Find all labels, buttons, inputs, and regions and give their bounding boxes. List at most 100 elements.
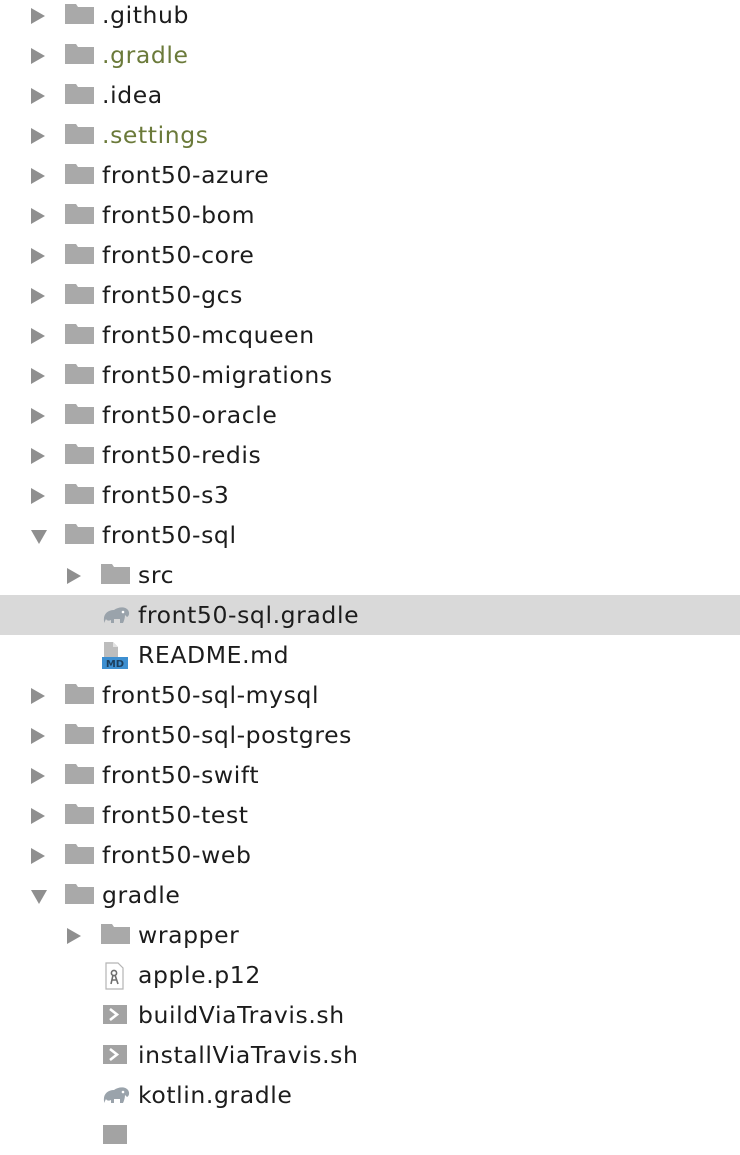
folder-icon: [65, 242, 95, 268]
expand-arrow-icon[interactable]: [67, 928, 81, 944]
tree-item-label: gradle: [102, 881, 181, 909]
collapse-arrow-icon[interactable]: [31, 890, 47, 904]
folder-icon: [65, 802, 95, 828]
tree-item-label: front50-s3: [102, 481, 230, 509]
tree-row[interactable]: front50-sql-postgres: [0, 715, 740, 755]
tree-item-label: apple.p12: [138, 961, 261, 989]
tree-row[interactable]: front50-core: [0, 235, 740, 275]
tree-row-selected[interactable]: front50-sql.gradle: [0, 595, 740, 635]
expand-arrow-icon[interactable]: [31, 368, 45, 384]
tree-item-label: buildViaTravis.sh: [138, 1001, 345, 1029]
tree-row[interactable]: front50-azure: [0, 155, 740, 195]
tree-row[interactable]: front50-redis: [0, 435, 740, 475]
tree-row[interactable]: front50-oracle: [0, 395, 740, 435]
tree-item-label: front50-migrations: [102, 361, 333, 389]
folder-icon: [65, 282, 95, 308]
gradle-elephant-icon: [101, 602, 131, 628]
tree-row-partial[interactable]: [0, 1115, 740, 1155]
tree-item-label: front50-sql.gradle: [138, 601, 360, 629]
tree-item-label: .gradle: [102, 41, 189, 69]
tree-row[interactable]: front50-mcqueen: [0, 315, 740, 355]
tree-item-label: front50-azure: [102, 161, 270, 189]
expand-arrow-icon[interactable]: [31, 808, 45, 824]
tree-item-label: front50-redis: [102, 441, 262, 469]
tree-item-label: .settings: [102, 121, 209, 149]
tree-row[interactable]: front50-sql: [0, 515, 740, 555]
folder-icon: [65, 882, 95, 908]
expand-arrow-icon[interactable]: [67, 568, 81, 584]
expand-arrow-icon[interactable]: [31, 688, 45, 704]
tree-row[interactable]: front50-migrations: [0, 355, 740, 395]
folder-icon: [101, 922, 131, 948]
project-tree: .github .gradle .idea .settings front50-…: [0, 0, 740, 1155]
tree-row[interactable]: src: [0, 555, 740, 595]
expand-arrow-icon[interactable]: [31, 128, 45, 144]
tree-row[interactable]: gradle: [0, 875, 740, 915]
tree-item-label: .idea: [102, 81, 163, 109]
expand-arrow-icon[interactable]: [31, 168, 45, 184]
tree-item-label: wrapper: [138, 921, 240, 949]
tree-item-label: front50-oracle: [102, 401, 278, 429]
expand-arrow-icon[interactable]: [31, 248, 45, 264]
collapse-arrow-icon[interactable]: [31, 530, 47, 544]
tree-row[interactable]: .github: [0, 0, 740, 35]
tree-item-label: src: [138, 561, 175, 589]
tree-item-label: installViaTravis.sh: [138, 1041, 359, 1069]
expand-arrow-icon[interactable]: [31, 448, 45, 464]
tree-row[interactable]: front50-sql-mysql: [0, 675, 740, 715]
expand-arrow-icon[interactable]: [31, 768, 45, 784]
tree-item-label: front50-sql-postgres: [102, 721, 352, 749]
folder-icon: [65, 122, 95, 148]
folder-icon: [101, 562, 131, 588]
tree-row[interactable]: .idea: [0, 75, 740, 115]
expand-arrow-icon[interactable]: [31, 728, 45, 744]
tree-row[interactable]: kotlin.gradle: [0, 1075, 740, 1115]
expand-arrow-icon[interactable]: [31, 288, 45, 304]
expand-arrow-icon[interactable]: [31, 848, 45, 864]
tree-row[interactable]: front50-s3: [0, 475, 740, 515]
tree-row[interactable]: apple.p12: [0, 955, 740, 995]
tree-row[interactable]: front50-swift: [0, 755, 740, 795]
expand-arrow-icon[interactable]: [31, 208, 45, 224]
folder-icon: [65, 362, 95, 388]
folder-icon: [65, 762, 95, 788]
tree-row[interactable]: front50-gcs: [0, 275, 740, 315]
svg-text:MD: MD: [106, 659, 124, 670]
expand-arrow-icon[interactable]: [31, 88, 45, 104]
folder-icon: [65, 442, 95, 468]
expand-arrow-icon[interactable]: [31, 488, 45, 504]
expand-arrow-icon[interactable]: [31, 8, 45, 24]
tree-row[interactable]: wrapper: [0, 915, 740, 955]
folder-icon: [65, 402, 95, 428]
tree-item-label: front50-web: [102, 841, 252, 869]
tree-item-label: front50-test: [102, 801, 249, 829]
folder-icon: [65, 522, 95, 548]
folder-icon: [65, 42, 95, 68]
tree-row[interactable]: .settings: [0, 115, 740, 155]
folder-icon: [65, 82, 95, 108]
tree-row[interactable]: installViaTravis.sh: [0, 1035, 740, 1075]
tree-row[interactable]: buildViaTravis.sh: [0, 995, 740, 1035]
markdown-file-icon: MD: [101, 642, 131, 670]
expand-arrow-icon[interactable]: [31, 328, 45, 344]
expand-arrow-icon[interactable]: [31, 48, 45, 64]
tree-row[interactable]: front50-test: [0, 795, 740, 835]
tree-item-label: kotlin.gradle: [138, 1081, 293, 1109]
tree-item-label: front50-swift: [102, 761, 260, 789]
folder-icon: [65, 842, 95, 868]
tree-item-label: front50-mcqueen: [102, 321, 315, 349]
folder-icon: [65, 682, 95, 708]
shell-script-icon: [101, 1042, 131, 1068]
expand-arrow-icon[interactable]: [31, 408, 45, 424]
tree-item-label: .github: [102, 1, 190, 29]
tree-row[interactable]: .gradle: [0, 35, 740, 75]
folder-icon: [65, 2, 95, 28]
folder-icon: [65, 322, 95, 348]
tree-row[interactable]: MD README.md: [0, 635, 740, 675]
tree-item-label: README.md: [138, 641, 290, 669]
tree-row[interactable]: front50-web: [0, 835, 740, 875]
tree-item-label: front50-core: [102, 241, 255, 269]
tree-row[interactable]: front50-bom: [0, 195, 740, 235]
tree-item-label: front50-gcs: [102, 281, 243, 309]
tree-item-label: front50-bom: [102, 201, 256, 229]
